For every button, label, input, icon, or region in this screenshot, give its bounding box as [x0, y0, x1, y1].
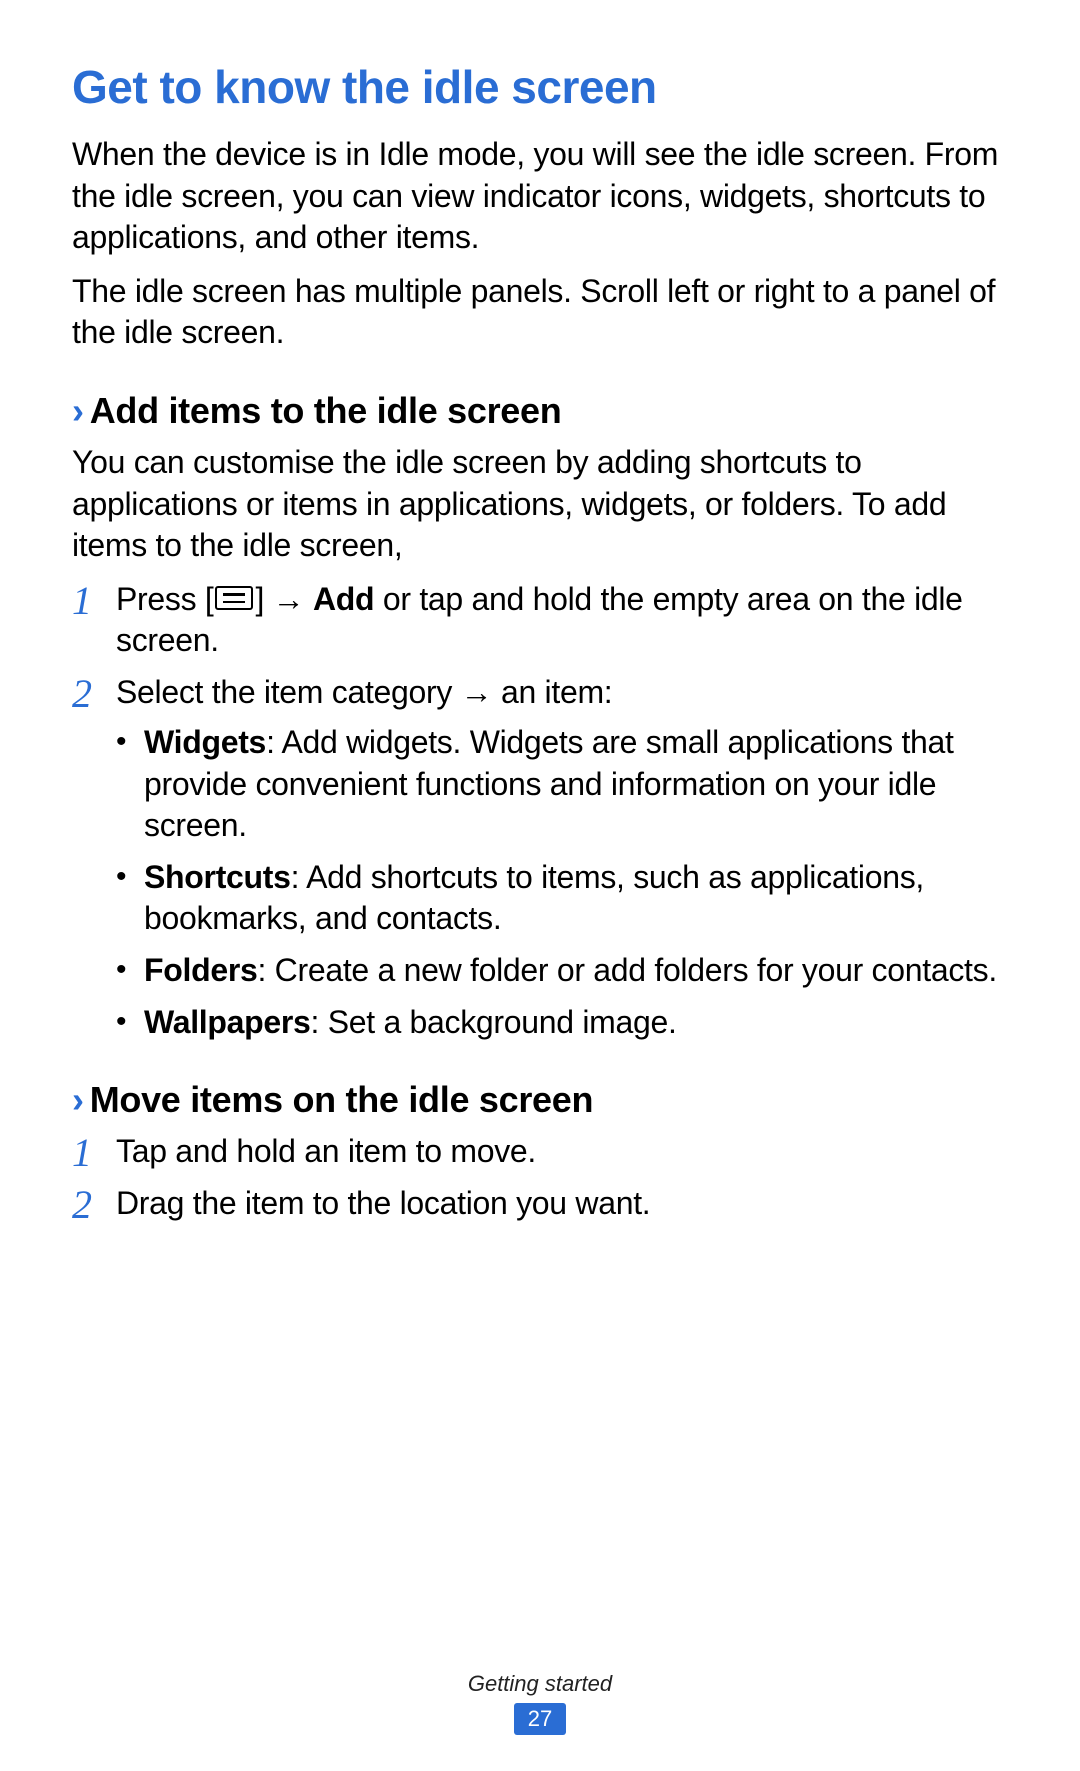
step-number: 1	[72, 1131, 116, 1173]
bullet-icon: •	[116, 722, 144, 847]
step-text: Select the item category → an item:	[116, 672, 612, 714]
step1-bold: Add	[313, 581, 374, 617]
bullet-widgets: • Widgets: Add widgets. Widgets are smal…	[116, 722, 1008, 847]
page-title: Get to know the idle screen	[72, 60, 1008, 114]
add-item-bullets: • Widgets: Add widgets. Widgets are smal…	[116, 722, 1008, 1043]
step-text: Tap and hold an item to move.	[116, 1131, 536, 1173]
bullet-text: Wallpapers: Set a background image.	[144, 1002, 677, 1044]
bullet-tail: : Create a new folder or add folders for…	[257, 952, 996, 988]
subheading-add-items-text: Add items to the idle screen	[90, 390, 562, 431]
bullet-text: Shortcuts: Add shortcuts to items, such …	[144, 857, 1008, 940]
intro-paragraph-2: The idle screen has multiple panels. Scr…	[72, 271, 1008, 354]
move-step-1: 1 Tap and hold an item to move.	[72, 1131, 1008, 1173]
bullet-icon: •	[116, 1002, 144, 1044]
footer-page-number: 27	[514, 1703, 566, 1735]
bullet-wallpapers: • Wallpapers: Set a background image.	[116, 1002, 1008, 1044]
add-step-1: 1 Press [] → Add or tap and hold the emp…	[72, 579, 1008, 662]
bullet-text: Widgets: Add widgets. Widgets are small …	[144, 722, 1008, 847]
bullet-folders: • Folders: Create a new folder or add fo…	[116, 950, 1008, 992]
step-number: 2	[72, 672, 116, 714]
page-footer: Getting started 27	[0, 1671, 1080, 1735]
step-text: Press [] → Add or tap and hold the empty…	[116, 579, 1008, 662]
add-items-description: You can customise the idle screen by add…	[72, 442, 1008, 567]
step-number: 2	[72, 1183, 116, 1225]
subheading-move-items: ›Move items on the idle screen	[72, 1079, 1008, 1121]
step1-post: ] →	[255, 581, 312, 617]
subheading-add-items: ›Add items to the idle screen	[72, 390, 1008, 432]
menu-icon	[215, 586, 253, 610]
bullet-icon: •	[116, 857, 144, 940]
bullet-tail: : Set a background image.	[311, 1004, 677, 1040]
bullet-tail: : Add widgets. Widgets are small applica…	[144, 724, 954, 843]
bullet-bold: Wallpapers	[144, 1004, 311, 1040]
bullet-bold: Folders	[144, 952, 257, 988]
subheading-move-items-text: Move items on the idle screen	[90, 1079, 593, 1120]
bullet-shortcuts: • Shortcuts: Add shortcuts to items, suc…	[116, 857, 1008, 940]
bullet-icon: •	[116, 950, 144, 992]
move-step-2: 2 Drag the item to the location you want…	[72, 1183, 1008, 1225]
bullet-text: Folders: Create a new folder or add fold…	[144, 950, 997, 992]
add-step-2: 2 Select the item category → an item:	[72, 672, 1008, 714]
chevron-icon: ›	[72, 1079, 84, 1120]
bullet-bold: Widgets	[144, 724, 266, 760]
step-text: Drag the item to the location you want.	[116, 1183, 650, 1225]
step-number: 1	[72, 579, 116, 662]
intro-paragraph-1: When the device is in Idle mode, you wil…	[72, 134, 1008, 259]
bullet-bold: Shortcuts	[144, 859, 291, 895]
step1-pre: Press [	[116, 581, 213, 617]
chevron-icon: ›	[72, 390, 84, 431]
footer-section-name: Getting started	[0, 1671, 1080, 1697]
